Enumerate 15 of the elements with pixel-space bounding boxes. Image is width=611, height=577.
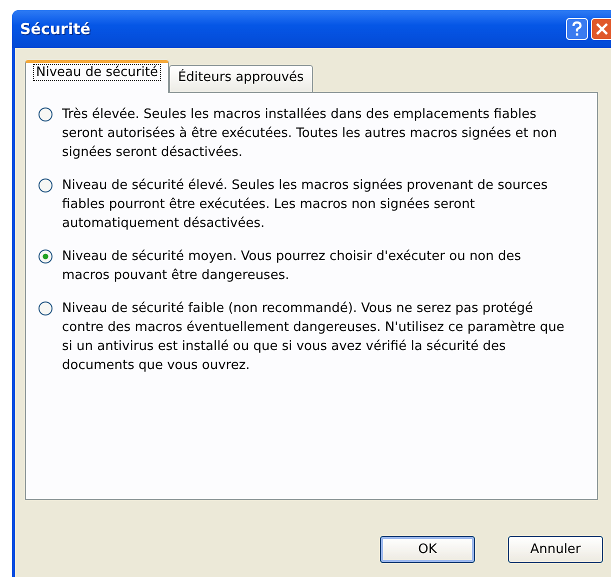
cancel-button[interactable]: Annuler (508, 536, 603, 563)
window-title: Sécurité (20, 20, 90, 38)
option-label: Niveau de sécurité moyen. Vous pourrez choisir d'exécuter ou non des macros pouvant être dangereuses. (62, 248, 522, 285)
help-icon[interactable] (566, 18, 588, 40)
option-label: Niveau de sécurité faible (non recommandé). Vous ne serez pas protégé contre des macros éventuellement dangereuses. N'utilisez ce paramètre que si un antivirus est installé ou que si vous avez vérifié la sécurité des documents que vous ouvrez. (62, 300, 566, 375)
option-label: Très élevée. Seules les macros installées dans des emplacements fiables seront autorisées à être exécutées. Toutes les autres macros signées et non signées seront désactivées. (62, 106, 558, 162)
close-icon[interactable] (591, 18, 611, 40)
ok-button[interactable]: OK (380, 536, 475, 563)
radio-button[interactable] (38, 178, 53, 193)
tab[interactable]: Niveau de sécurité (25, 60, 169, 93)
radio-button[interactable] (38, 107, 53, 122)
tab[interactable]: Éditeurs approuvés (168, 65, 313, 92)
radio-button[interactable] (38, 301, 53, 316)
option-label: Niveau de sécurité élevé. Seules les macros signées provenant de sources fiables pourront être exécutées. Les macros non signées seront automatiquement désactivées. (62, 177, 549, 233)
radio-button[interactable] (38, 249, 53, 264)
